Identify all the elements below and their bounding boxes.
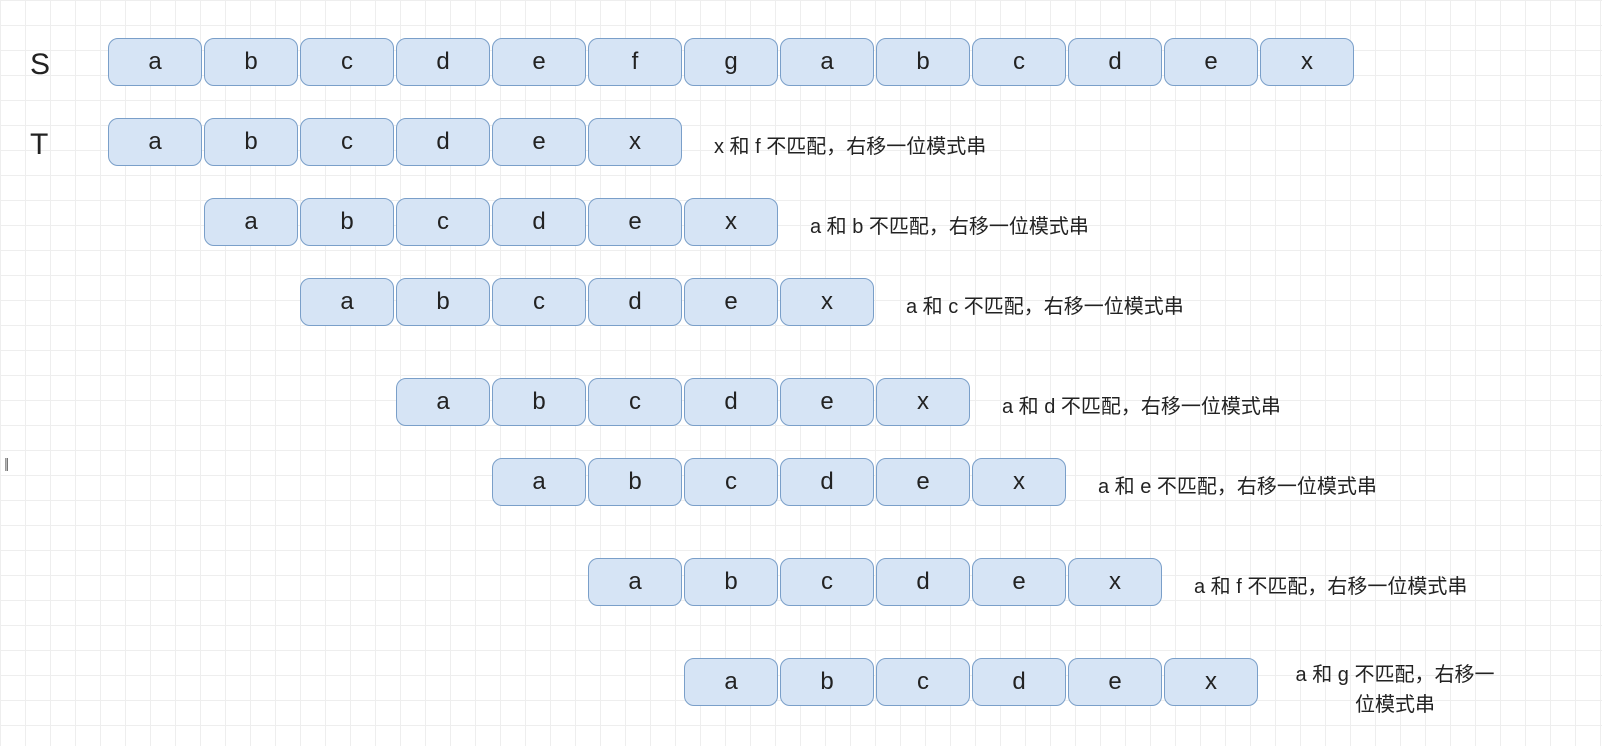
- t-cell: b: [492, 378, 586, 426]
- s-cell: b: [876, 38, 970, 86]
- mismatch-annotation: a 和 b 不匹配，右移一位模式串: [810, 210, 1089, 239]
- t-cell: d: [396, 118, 490, 166]
- t-cell: d: [972, 658, 1066, 706]
- s-cell: g: [684, 38, 778, 86]
- pattern-row: abcdex: [396, 378, 972, 426]
- t-cell: c: [876, 658, 970, 706]
- t-cell: b: [684, 558, 778, 606]
- s-cell: c: [972, 38, 1066, 86]
- t-cell: c: [396, 198, 490, 246]
- t-cell: e: [972, 558, 1066, 606]
- mismatch-annotation: a 和 e 不匹配，右移一位模式串: [1098, 470, 1377, 499]
- mismatch-annotation: a 和 c 不匹配，右移一位模式串: [906, 290, 1184, 319]
- t-cell: e: [588, 198, 682, 246]
- t-cell: c: [684, 458, 778, 506]
- s-cell: b: [204, 38, 298, 86]
- t-cell: a: [492, 458, 586, 506]
- t-cell: e: [492, 118, 586, 166]
- t-cell: d: [588, 278, 682, 326]
- mismatch-annotation: a 和 d 不匹配，右移一位模式串: [1002, 390, 1281, 419]
- t-cell: b: [396, 278, 490, 326]
- pattern-row: abcdex: [588, 558, 1164, 606]
- t-cell: x: [588, 118, 682, 166]
- t-cell: a: [204, 198, 298, 246]
- t-cell: x: [780, 278, 874, 326]
- t-cell: e: [684, 278, 778, 326]
- s-cell: d: [396, 38, 490, 86]
- t-cell: x: [684, 198, 778, 246]
- t-cell: c: [492, 278, 586, 326]
- t-cell: d: [492, 198, 586, 246]
- t-cell: b: [204, 118, 298, 166]
- t-cell: e: [876, 458, 970, 506]
- t-cell: x: [1068, 558, 1162, 606]
- t-cell: a: [108, 118, 202, 166]
- s-cell: a: [108, 38, 202, 86]
- pattern-row: abcdex: [492, 458, 1068, 506]
- t-cell: c: [780, 558, 874, 606]
- s-cell: f: [588, 38, 682, 86]
- pattern-row: abcdex: [684, 658, 1260, 706]
- t-cell: e: [1068, 658, 1162, 706]
- t-cell: e: [780, 378, 874, 426]
- t-cell: a: [396, 378, 490, 426]
- mismatch-annotation: x 和 f 不匹配，右移一位模式串: [714, 130, 986, 159]
- string-s-row: abcdefgabcdex: [108, 38, 1356, 86]
- pattern-row: abcdex: [300, 278, 876, 326]
- label-s: S: [30, 48, 50, 82]
- t-cell: a: [684, 658, 778, 706]
- t-cell: b: [588, 458, 682, 506]
- mismatch-annotation: a 和 f 不匹配，右移一位模式串: [1194, 570, 1467, 599]
- t-cell: b: [300, 198, 394, 246]
- t-cell: x: [876, 378, 970, 426]
- t-cell: c: [588, 378, 682, 426]
- t-cell: x: [972, 458, 1066, 506]
- s-cell: e: [492, 38, 586, 86]
- s-cell: e: [1164, 38, 1258, 86]
- t-cell: b: [780, 658, 874, 706]
- s-cell: x: [1260, 38, 1354, 86]
- t-cell: d: [876, 558, 970, 606]
- t-cell: a: [300, 278, 394, 326]
- drag-handle-icon: ||: [4, 455, 7, 471]
- pattern-row: abcdex: [108, 118, 684, 166]
- t-cell: c: [300, 118, 394, 166]
- pattern-row: abcdex: [204, 198, 780, 246]
- t-cell: x: [1164, 658, 1258, 706]
- t-cell: d: [780, 458, 874, 506]
- label-t: T: [30, 128, 48, 162]
- t-cell: a: [588, 558, 682, 606]
- mismatch-annotation: a 和 g 不匹配，右移一位模式串: [1290, 660, 1500, 720]
- t-cell: d: [684, 378, 778, 426]
- s-cell: c: [300, 38, 394, 86]
- s-cell: d: [1068, 38, 1162, 86]
- s-cell: a: [780, 38, 874, 86]
